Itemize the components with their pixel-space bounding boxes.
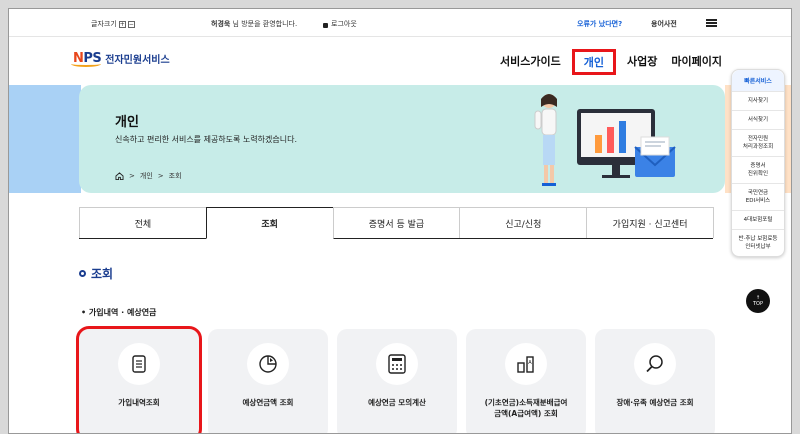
forgot-link[interactable]: 오류가 났다면? [577,19,622,29]
top-label: TOP [752,301,763,307]
tab-inquiry[interactable]: 조회 [205,207,334,239]
scroll-top-button[interactable]: ↑ TOP [746,289,770,313]
card-enrollment-history[interactable]: 가입내역조회 [76,326,202,433]
card-label: (기초연금)소득재분배급여 금액(A급여액) 조회 [484,398,568,418]
site-header: NPS 전자민원서비스 서비스가이드 개인 사업장 마이페이지 [9,37,791,81]
quick-menu-title: 빠른서비스 [732,70,784,91]
section-title: 조회 [79,265,113,282]
pie-chart-icon [247,343,289,385]
quick-item-branch-finder[interactable]: 지사찾기 [732,91,784,110]
tab-certificates[interactable]: 증명서 등 발급 [332,207,461,238]
logout-button[interactable]: 로그아웃 [323,19,357,29]
tab-all[interactable]: 전체 [79,207,207,238]
breadcrumb-item: 조회 [168,172,182,180]
card-pension-simulation[interactable]: 예상연금 모의계산 [337,329,457,433]
page-frame: 글자크기 + − 허경욱 님 방문을 환영합니다. 로그아웃 오류가 났다면? … [8,8,792,434]
document-icon [118,343,160,385]
logout-label: 로그아웃 [331,20,357,28]
main-nav: 서비스가이드 개인 사업장 마이페이지 [493,49,729,75]
nps-logo-mark: NPS [71,51,102,67]
font-size-label: 글자크기 [91,20,117,28]
section-subtitle: • 가입내역 · 예상연금 [81,308,157,317]
lock-icon [323,22,328,28]
page-subtitle: 신속하고 편리한 서비스를 제공하도록 노력하겠습니다. [115,135,297,144]
quick-item-process-inquiry[interactable]: 전자민원 처리과정조회 [732,129,784,156]
section-title-text: 조회 [91,267,114,281]
bullet-ring-icon [79,270,86,277]
card-disability-survivor-pension[interactable]: 장애·유족 예상연금 조회 [595,329,715,433]
welcome-text: 님 방문을 환영합니다. [230,20,298,28]
welcome-message: 허경욱 님 방문을 환영합니다. [211,19,297,29]
category-tabs: 전체 조회 증명서 등 발급 신고/신청 가입지원 · 신고센터 [79,207,714,239]
home-icon[interactable] [115,172,124,180]
service-cards: 가입내역조회 예상연금액 조회 예상연금 모의계산 A (기초연금)소득재분배급… [76,326,715,433]
quick-item-form-finder[interactable]: 서식찾기 [732,110,784,129]
quick-item-certificate-verify[interactable]: 증명서 진위확인 [732,156,784,183]
font-size-control: 글자크기 + − [91,19,135,29]
page-title: 개인 [115,115,139,130]
svg-text:A: A [528,360,532,366]
bullet-dot-icon: • [81,308,87,317]
quick-item-online-payment[interactable]: 반·추납 보험료등 인터넷납부 [732,229,784,256]
card-label: 가입내역조회 [118,398,160,407]
tab-report-apply[interactable]: 신고/신청 [459,207,588,238]
breadcrumb-item[interactable]: 개인 [140,171,153,181]
nav-mypage[interactable]: 마이페이지 [664,49,729,75]
card-label: 장애·유족 예상연금 조회 [616,398,694,407]
glossary-link[interactable]: 용어사전 [651,19,677,29]
font-decrease-button[interactable]: − [127,20,135,28]
nav-service-guide[interactable]: 서비스가이드 [493,49,568,75]
hero-illustration [534,94,676,186]
nav-business[interactable]: 사업장 [620,49,664,75]
breadcrumb-separator: > [157,172,164,180]
tab-enroll-support[interactable]: 가입지원 · 신고센터 [586,207,714,238]
card-redistribution-benefit[interactable]: A (기초연금)소득재분배급여 금액(A급여액) 조회 [466,329,586,433]
quick-service-menu: 빠른서비스 지사찾기 서식찾기 전자민원 처리과정조회 증명서 진위확인 국민연… [731,69,785,257]
utility-bar: 글자크기 + − 허경욱 님 방문을 환영합니다. 로그아웃 오류가 났다면? … [9,9,791,37]
logo-text: 전자민원서비스 [105,55,170,66]
breadcrumb-separator: > [129,172,135,180]
magnifier-icon [634,343,676,385]
calculator-icon [376,343,418,385]
quick-item-4-insurance-portal[interactable]: 4대보험포털 [732,210,784,229]
menu-icon[interactable] [706,19,717,27]
nav-personal[interactable]: 개인 [571,49,616,75]
font-increase-button[interactable]: + [118,20,126,28]
breadcrumb: > 개인 > 조회 [115,171,182,181]
card-label: 예상연금 모의계산 [368,398,426,407]
hero-side-decoration-left [9,85,81,193]
quick-item-edi-service[interactable]: 국민연금 EDI서비스 [732,183,784,210]
card-expected-pension[interactable]: 예상연금액 조회 [208,329,328,433]
user-name: 허경욱 [211,20,231,28]
card-label: 예상연금액 조회 [242,398,294,407]
hero-banner: 개인 신속하고 편리한 서비스를 제공하도록 노력하겠습니다. > 개인 > 조… [79,85,725,193]
bar-chart-icon: A [505,343,547,385]
site-logo[interactable]: NPS 전자민원서비스 [71,51,170,67]
